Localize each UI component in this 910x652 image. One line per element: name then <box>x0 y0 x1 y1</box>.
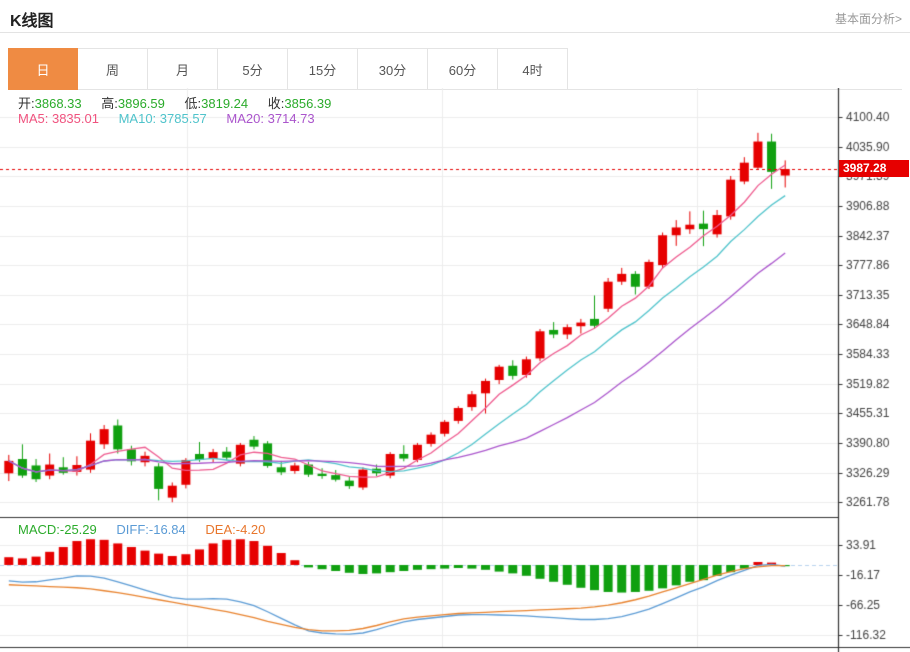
kline-chart-area: 开:3868.33 高:3896.59 低:3819.24 收:3856.39 … <box>0 88 910 652</box>
open-label: 开: <box>18 96 35 111</box>
dea-label: DEA: <box>205 522 236 537</box>
open-value: 3868.33 <box>34 96 82 111</box>
tab-day[interactable]: 日 <box>8 48 78 90</box>
page-header: K线图 基本面分析> <box>0 0 910 33</box>
high-label: 高: <box>101 96 118 111</box>
fundamental-analysis-link[interactable]: 基本面分析> <box>835 10 902 27</box>
ma10-label: MA10: <box>118 111 157 126</box>
tab-60min[interactable]: 60分 <box>428 48 498 90</box>
ma5-value: 3835.01 <box>51 111 99 126</box>
close-label: 收: <box>267 96 285 111</box>
diff-value: -16.84 <box>148 522 186 537</box>
kline-canvas[interactable] <box>0 88 910 652</box>
tab-30min[interactable]: 30分 <box>358 48 428 90</box>
macd-label: MACD: <box>18 522 60 537</box>
tab-week[interactable]: 周 <box>78 48 148 90</box>
ma-readout: MA5: 3835.01 MA10: 3785.57 MA20: 3714.73 <box>18 111 331 126</box>
low-value: 3819.24 <box>201 96 249 111</box>
tab-5min[interactable]: 5分 <box>218 48 288 90</box>
tab-4hour[interactable]: 4时 <box>498 48 568 90</box>
tabbar-filler <box>568 48 902 90</box>
diff-label: DIFF: <box>116 522 149 537</box>
current-price-badge: 3987.28 <box>839 160 909 177</box>
ma20-label: MA20: <box>226 111 264 126</box>
high-value: 3896.59 <box>117 96 165 111</box>
ma10-value: 3785.57 <box>159 111 207 126</box>
low-label: 低: <box>184 96 202 111</box>
tab-month[interactable]: 月 <box>148 48 218 90</box>
ma20-value: 3714.73 <box>267 111 315 126</box>
macd-readout: MACD:-25.29 DIFF:-16.84 DEA:-4.20 <box>18 522 281 537</box>
macd-value: -25.29 <box>59 522 97 537</box>
ma5-label: MA5: <box>18 111 49 126</box>
ohlc-readout: 开:3868.33 高:3896.59 低:3819.24 收:3856.39 <box>18 93 347 112</box>
timeframe-tabs: 日 周 月 5分 15分 30分 60分 4时 <box>8 48 902 90</box>
dea-value: -4.20 <box>235 522 266 537</box>
tab-15min[interactable]: 15分 <box>288 48 358 90</box>
page-title: K线图 <box>10 13 54 30</box>
close-value: 3856.39 <box>284 96 332 111</box>
